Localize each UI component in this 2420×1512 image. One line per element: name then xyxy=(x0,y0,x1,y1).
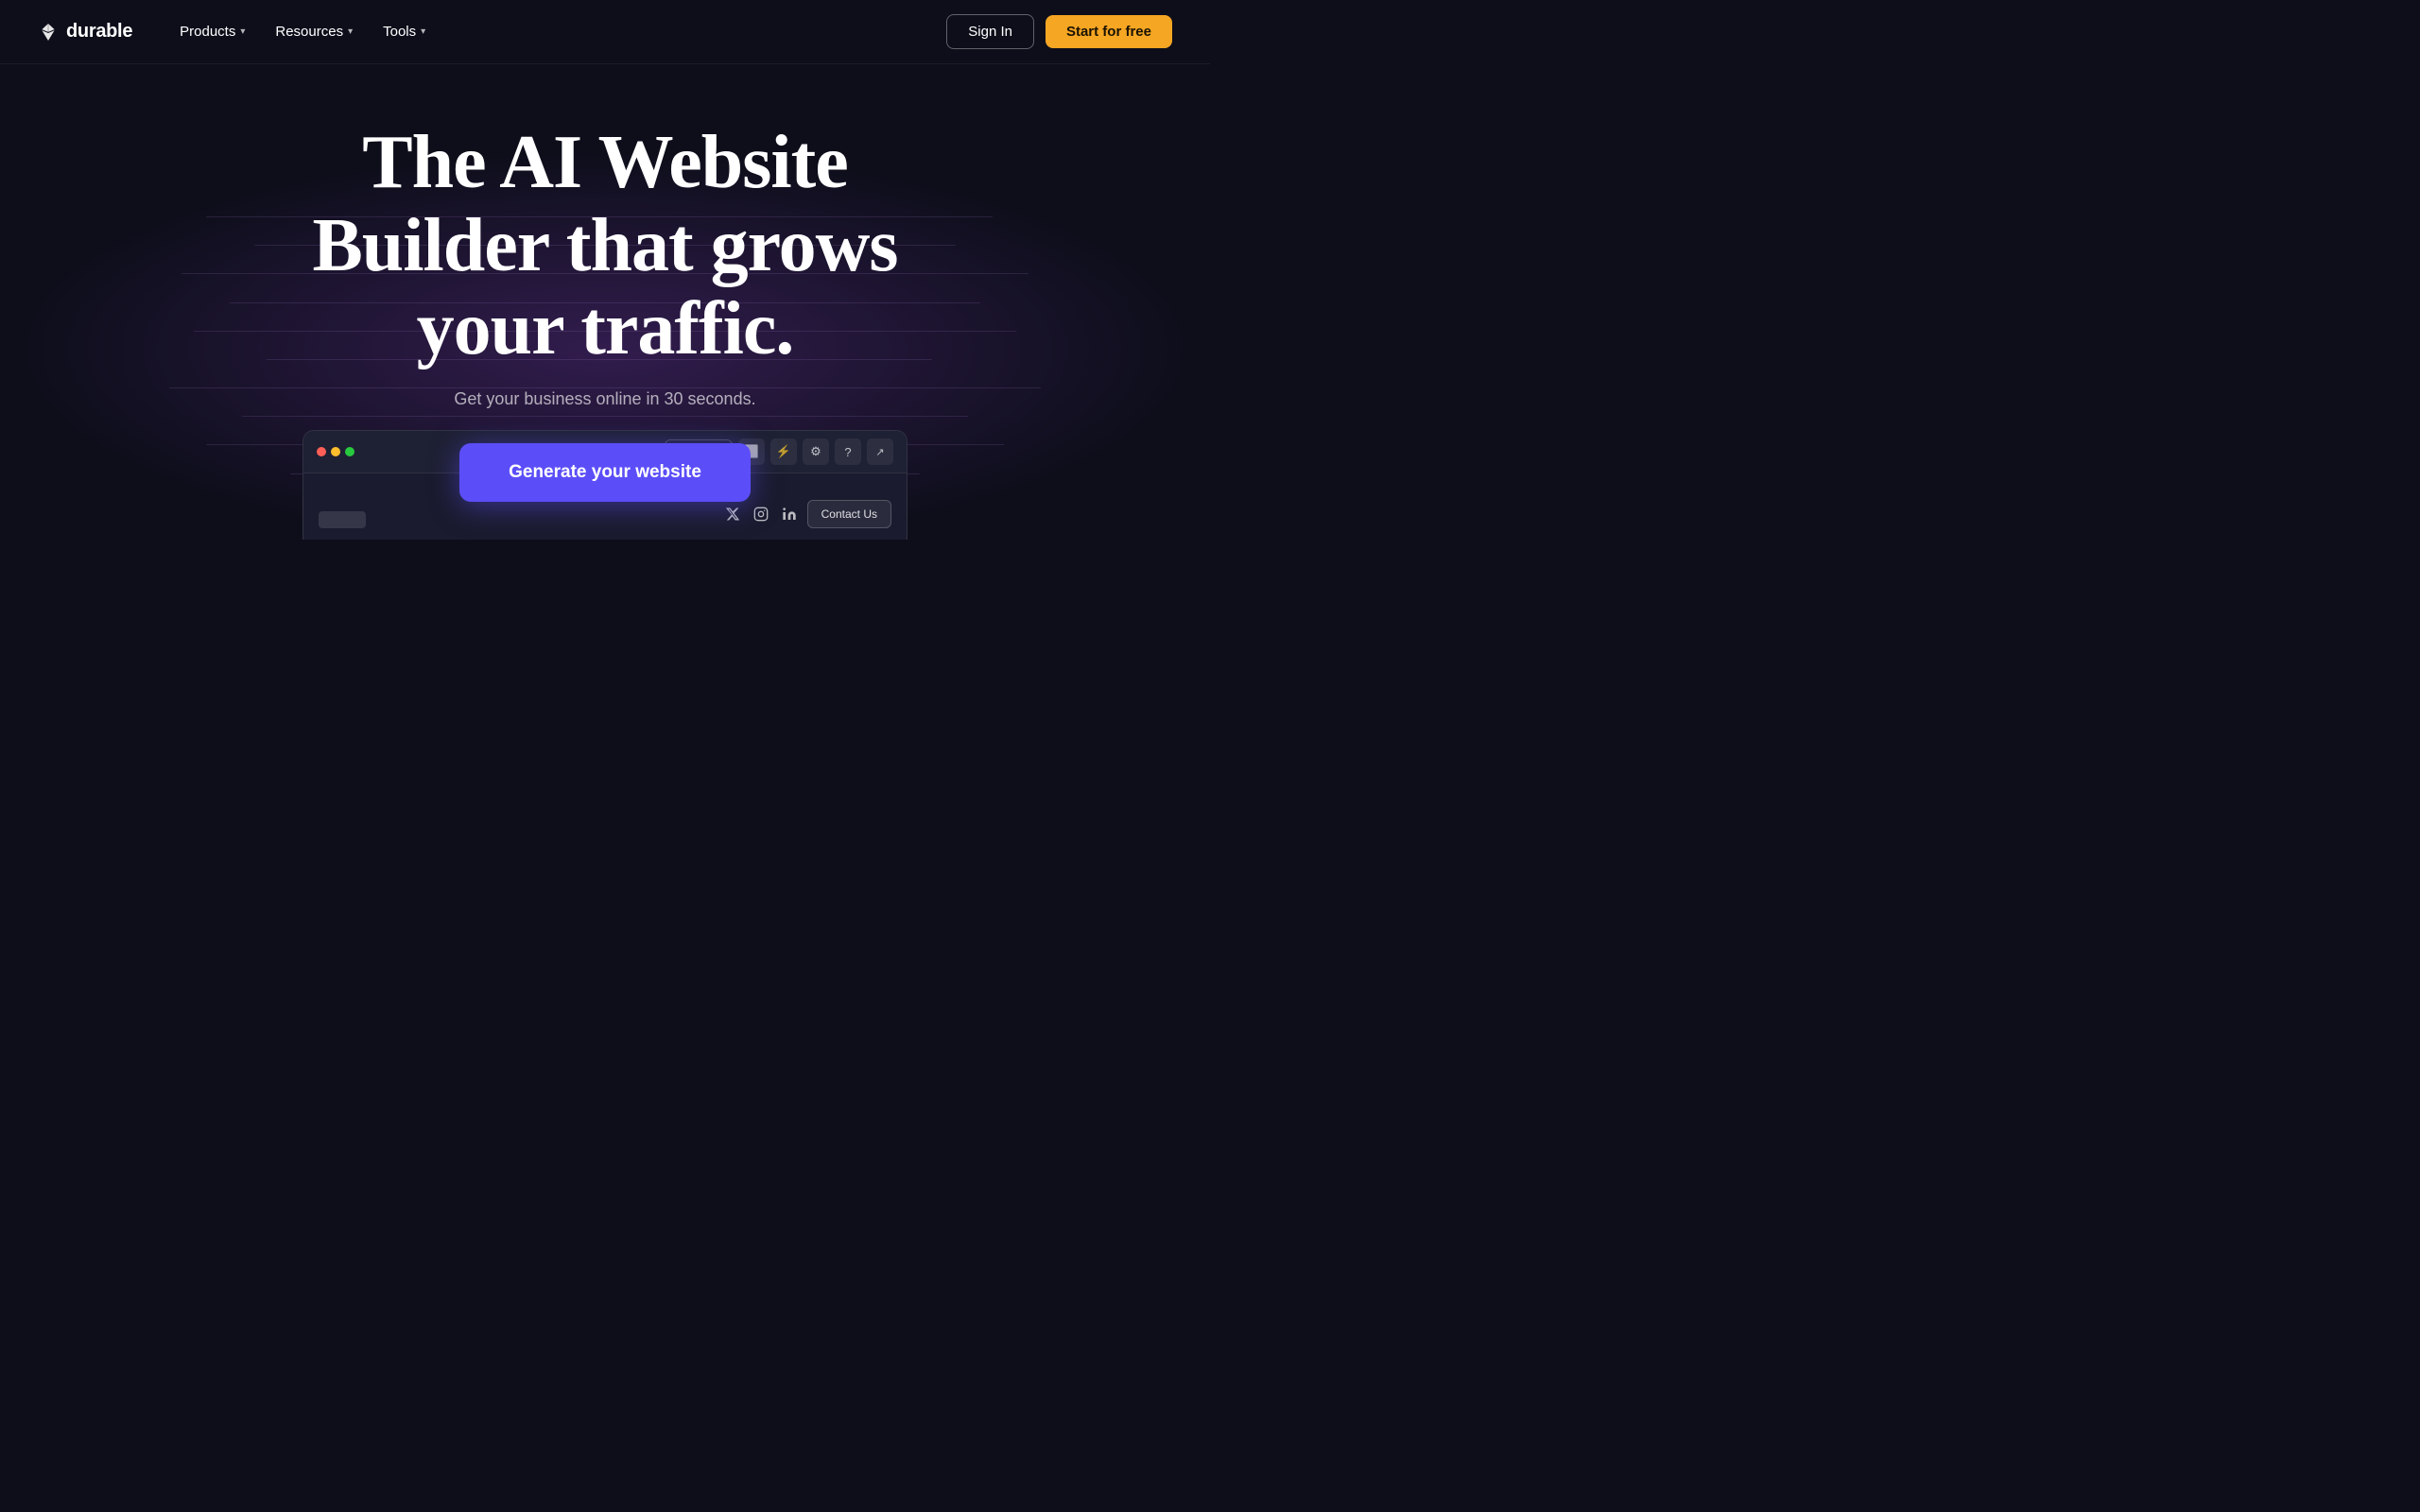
window-controls xyxy=(317,447,354,456)
nav-menu: Products ▾ Resources ▾ Tools ▾ xyxy=(166,16,439,47)
navbar-right: Sign In Start for free xyxy=(946,14,1172,49)
external-link-icon: ↗ xyxy=(875,446,884,458)
question-icon: ? xyxy=(844,445,851,459)
durable-logo-icon xyxy=(38,22,59,43)
start-free-button[interactable]: Start for free xyxy=(1046,15,1172,48)
lightning-icon-btn[interactable]: ⚡ xyxy=(770,438,797,465)
nav-tools[interactable]: Tools ▾ xyxy=(370,16,439,47)
navbar-left: durable Products ▾ Resources ▾ Tools ▾ xyxy=(38,16,439,47)
minimize-dot[interactable] xyxy=(331,447,340,456)
linkedin-icon[interactable] xyxy=(779,504,800,524)
nav-products[interactable]: Products ▾ xyxy=(166,16,258,47)
social-icons xyxy=(722,504,800,524)
nav-resources[interactable]: Resources ▾ xyxy=(262,16,366,47)
products-chevron-icon: ▾ xyxy=(240,26,245,37)
contact-us-button[interactable]: Contact Us xyxy=(807,500,891,528)
logo[interactable]: durable xyxy=(38,21,132,43)
signin-button[interactable]: Sign In xyxy=(946,14,1034,49)
tools-chevron-icon: ▾ xyxy=(421,26,425,37)
navbar: durable Products ▾ Resources ▾ Tools ▾ S… xyxy=(0,0,1210,64)
resources-chevron-icon: ▾ xyxy=(348,26,353,37)
external-link-icon-btn[interactable]: ↗ xyxy=(867,438,893,465)
hero-subtitle: Get your business online in 30 seconds. xyxy=(454,389,755,409)
twitter-icon[interactable] xyxy=(722,504,743,524)
editor-nav-placeholder xyxy=(319,511,366,528)
gear-icon-btn[interactable]: ⚙ xyxy=(803,438,829,465)
help-icon-btn[interactable]: ? xyxy=(835,438,861,465)
editor-footer-right: Contact Us xyxy=(722,500,891,528)
lightning-icon: ⚡ xyxy=(776,444,791,459)
hero-title: The AI Website Builder that grows your t… xyxy=(274,121,936,370)
close-dot[interactable] xyxy=(317,447,326,456)
hero-section: The AI Website Builder that grows your t… xyxy=(0,64,1210,540)
gear-icon: ⚙ xyxy=(810,444,821,459)
maximize-dot[interactable] xyxy=(345,447,354,456)
generate-website-button[interactable]: Generate your website xyxy=(459,443,751,502)
logo-text: durable xyxy=(66,21,132,43)
instagram-icon[interactable] xyxy=(751,504,771,524)
